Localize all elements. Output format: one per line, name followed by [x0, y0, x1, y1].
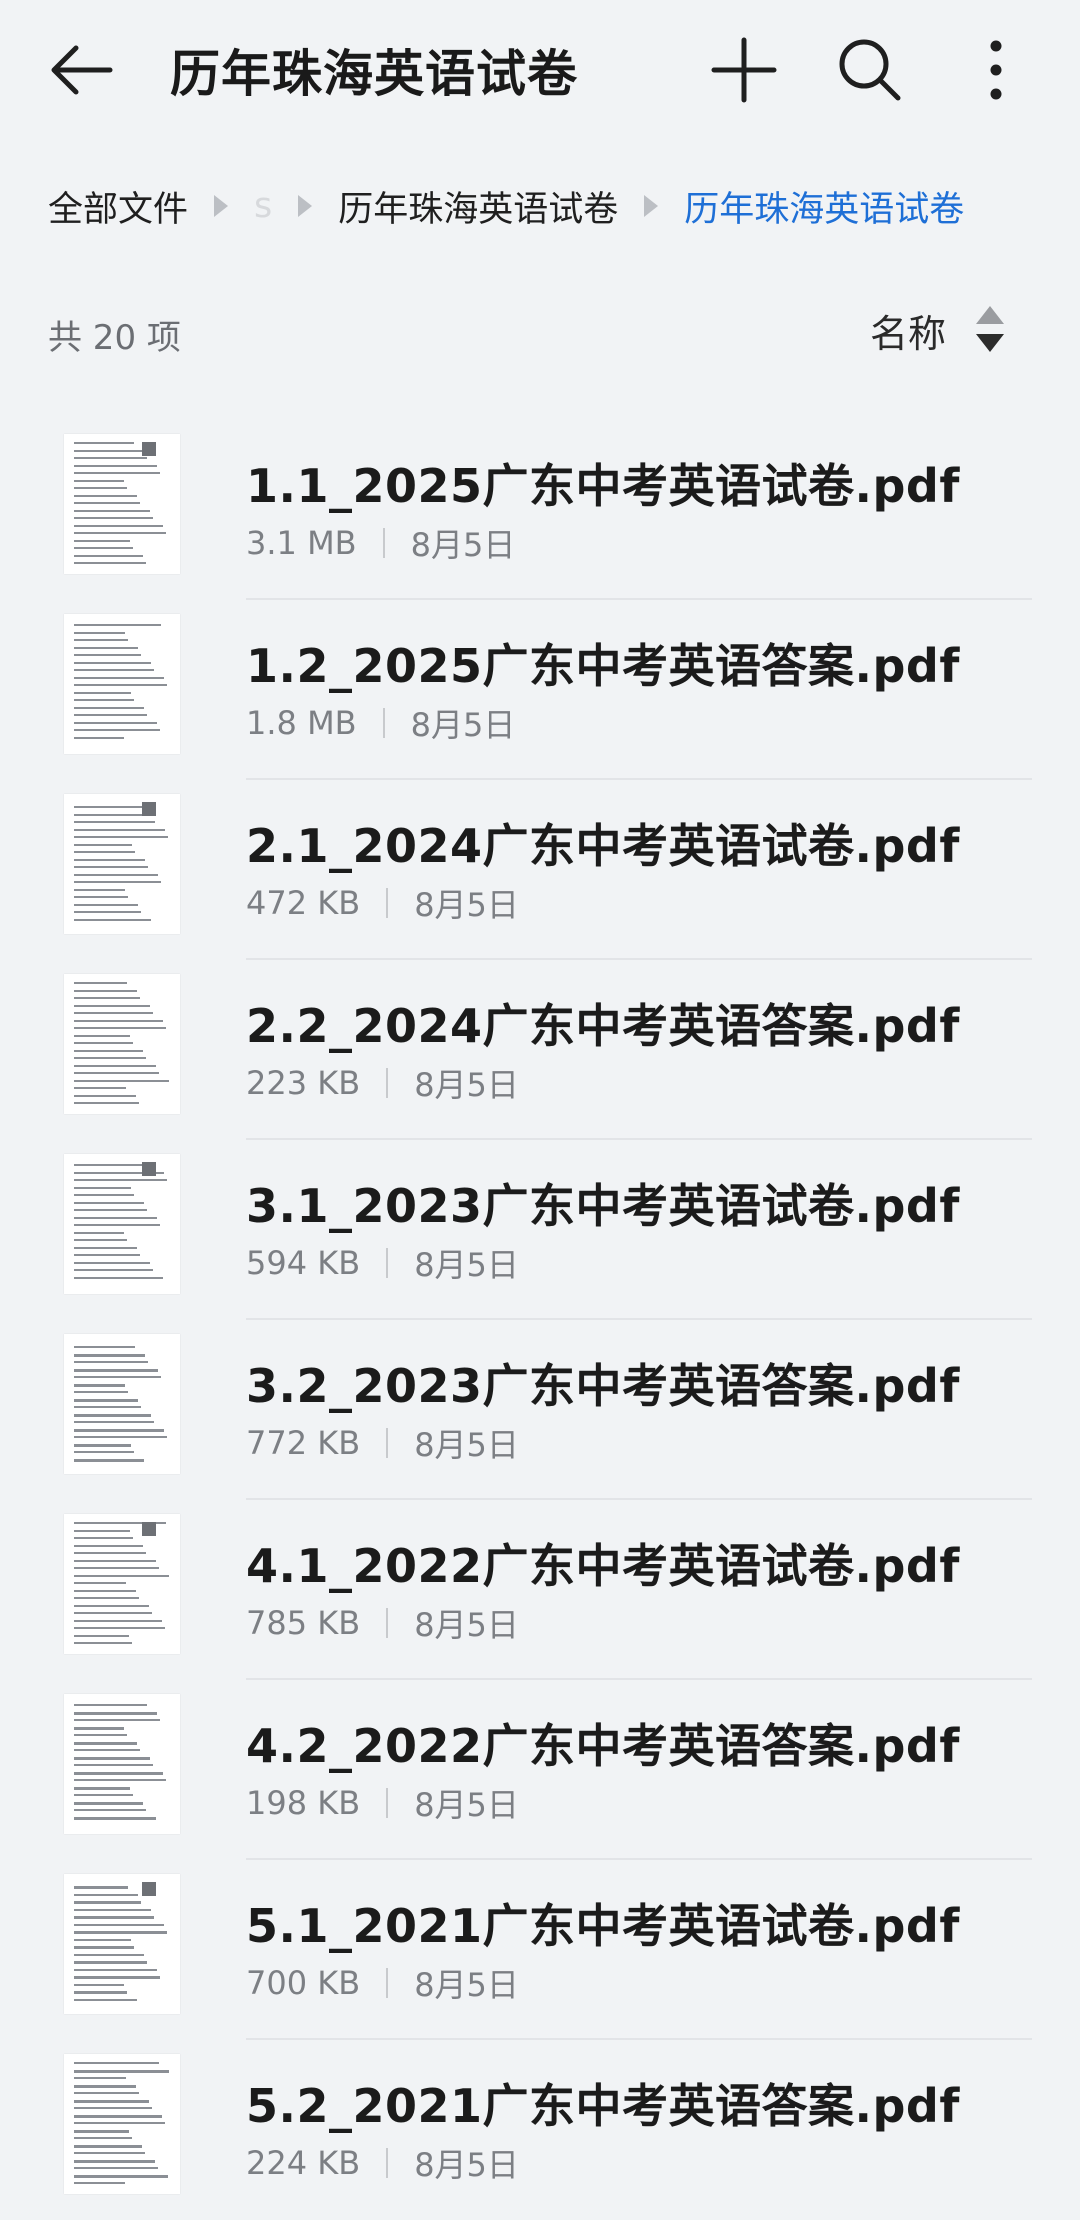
sort-order-icon — [976, 306, 1005, 354]
file-size: 594 KB — [246, 1244, 361, 1282]
file-row[interactable]: 4.1_2022广东中考英语试卷.pdf 785 KB 8月5日 — [0, 1500, 1080, 1680]
breadcrumb-item-current-folder[interactable]: 历年珠海英语试卷 — [684, 181, 964, 232]
file-name: 4.2_2022广东中考英语答案.pdf — [246, 1719, 960, 1773]
file-size: 224 KB — [246, 2144, 361, 2182]
breadcrumb-item-s[interactable]: s — [254, 186, 272, 226]
meta-divider — [386, 1968, 389, 1998]
pdf-thumbnail — [64, 794, 180, 934]
file-date: 8月5日 — [410, 706, 516, 744]
file-date: 8月5日 — [414, 1246, 519, 1284]
pdf-thumbnail — [64, 1874, 180, 2014]
meta-divider — [386, 1788, 389, 1818]
file-meta: 594 KB 8月5日 — [246, 1240, 519, 1286]
chevron-right-icon — [644, 195, 659, 217]
more-options-button[interactable] — [954, 28, 1038, 112]
more-vertical-icon — [990, 40, 1002, 100]
file-row[interactable]: 3.2_2023广东中考英语答案.pdf 772 KB 8月5日 — [0, 1320, 1080, 1500]
file-size: 785 KB — [246, 1604, 361, 1642]
file-meta: 224 KB 8月5日 — [246, 2140, 519, 2186]
file-name: 2.2_2024广东中考英语答案.pdf — [246, 999, 960, 1053]
search-icon — [839, 39, 901, 101]
meta-divider — [386, 1428, 389, 1458]
pdf-thumbnail — [64, 434, 180, 574]
arrow-left-icon — [51, 45, 113, 95]
search-button[interactable] — [828, 28, 912, 112]
file-date: 8月5日 — [414, 1606, 519, 1644]
top-app-bar: 历年珠海英语试卷 — [0, 0, 1080, 140]
breadcrumb: 全部文件 s 历年珠海英语试卷 历年珠海英语试卷 — [48, 178, 1058, 234]
sort-button[interactable]: 名称 — [870, 300, 1005, 360]
file-meta: 772 KB 8月5日 — [246, 1420, 519, 1466]
file-name: 2.1_2024广东中考英语试卷.pdf — [246, 819, 960, 873]
file-name: 4.1_2022广东中考英语试卷.pdf — [246, 1539, 960, 1593]
file-size: 472 KB — [246, 884, 361, 922]
pdf-thumbnail — [64, 1334, 180, 1474]
meta-divider — [386, 2148, 389, 2178]
add-button[interactable] — [702, 28, 786, 112]
file-size: 772 KB — [246, 1424, 361, 1462]
file-name: 5.2_2021广东中考英语答案.pdf — [246, 2079, 960, 2133]
file-name: 3.1_2023广东中考英语试卷.pdf — [246, 1179, 960, 1233]
pdf-thumbnail — [64, 974, 180, 1114]
meta-divider — [386, 888, 389, 918]
file-date: 8月5日 — [414, 1426, 519, 1464]
sort-label: 名称 — [870, 311, 947, 356]
file-meta: 472 KB 8月5日 — [246, 880, 519, 926]
file-row[interactable]: 2.1_2024广东中考英语试卷.pdf 472 KB 8月5日 — [0, 780, 1080, 960]
back-button[interactable] — [40, 30, 130, 110]
file-date: 8月5日 — [414, 2146, 519, 2184]
plus-icon — [711, 37, 777, 103]
file-meta: 785 KB 8月5日 — [246, 1600, 519, 1646]
file-date: 8月5日 — [414, 1066, 519, 1104]
file-size: 198 KB — [246, 1784, 361, 1822]
file-size: 223 KB — [246, 1064, 361, 1102]
breadcrumb-item-all-files[interactable]: 全部文件 — [48, 181, 188, 232]
meta-divider — [382, 708, 385, 738]
meta-divider — [382, 528, 385, 558]
meta-divider — [386, 1068, 389, 1098]
file-row[interactable]: 2.2_2024广东中考英语答案.pdf 223 KB 8月5日 — [0, 960, 1080, 1140]
pdf-thumbnail — [64, 1514, 180, 1654]
file-row[interactable]: 5.2_2021广东中考英语答案.pdf 224 KB 8月5日 — [0, 2040, 1080, 2220]
file-size: 1.8 MB — [246, 704, 357, 742]
item-count: 共 20 项 — [48, 318, 181, 358]
pdf-thumbnail — [64, 614, 180, 754]
file-date: 8月5日 — [414, 1786, 519, 1824]
file-meta: 3.1 MB 8月5日 — [246, 520, 515, 566]
file-meta: 1.8 MB 8月5日 — [246, 700, 515, 746]
file-meta: 700 KB 8月5日 — [246, 1960, 519, 2006]
file-name: 1.1_2025广东中考英语试卷.pdf — [246, 459, 960, 513]
file-date: 8月5日 — [414, 886, 519, 924]
file-row[interactable]: 3.1_2023广东中考英语试卷.pdf 594 KB 8月5日 — [0, 1140, 1080, 1320]
pdf-thumbnail — [64, 2054, 180, 2194]
file-row[interactable]: 1.1_2025广东中考英语试卷.pdf 3.1 MB 8月5日 — [0, 420, 1080, 600]
file-row[interactable]: 4.2_2022广东中考英语答案.pdf 198 KB 8月5日 — [0, 1680, 1080, 1860]
pdf-thumbnail — [64, 1694, 180, 1834]
file-meta: 223 KB 8月5日 — [246, 1060, 519, 1106]
breadcrumb-item-parent-folder[interactable]: 历年珠海英语试卷 — [338, 181, 618, 232]
chevron-right-icon — [298, 195, 313, 217]
file-size: 3.1 MB — [246, 524, 357, 562]
file-meta: 198 KB 8月5日 — [246, 1780, 519, 1826]
file-date: 8月5日 — [414, 1966, 519, 2004]
meta-divider — [386, 1608, 389, 1638]
file-date: 8月5日 — [410, 526, 516, 564]
meta-divider — [386, 1248, 389, 1278]
file-row[interactable]: 1.2_2025广东中考英语答案.pdf 1.8 MB 8月5日 — [0, 600, 1080, 780]
page-title: 历年珠海英语试卷 — [170, 45, 578, 103]
file-size: 700 KB — [246, 1964, 361, 2002]
chevron-right-icon — [214, 195, 229, 217]
file-row[interactable]: 5.1_2021广东中考英语试卷.pdf 700 KB 8月5日 — [0, 1860, 1080, 2040]
pdf-thumbnail — [64, 1154, 180, 1294]
file-name: 1.2_2025广东中考英语答案.pdf — [246, 639, 960, 693]
file-name: 5.1_2021广东中考英语试卷.pdf — [246, 1899, 960, 1953]
file-name: 3.2_2023广东中考英语答案.pdf — [246, 1359, 960, 1413]
